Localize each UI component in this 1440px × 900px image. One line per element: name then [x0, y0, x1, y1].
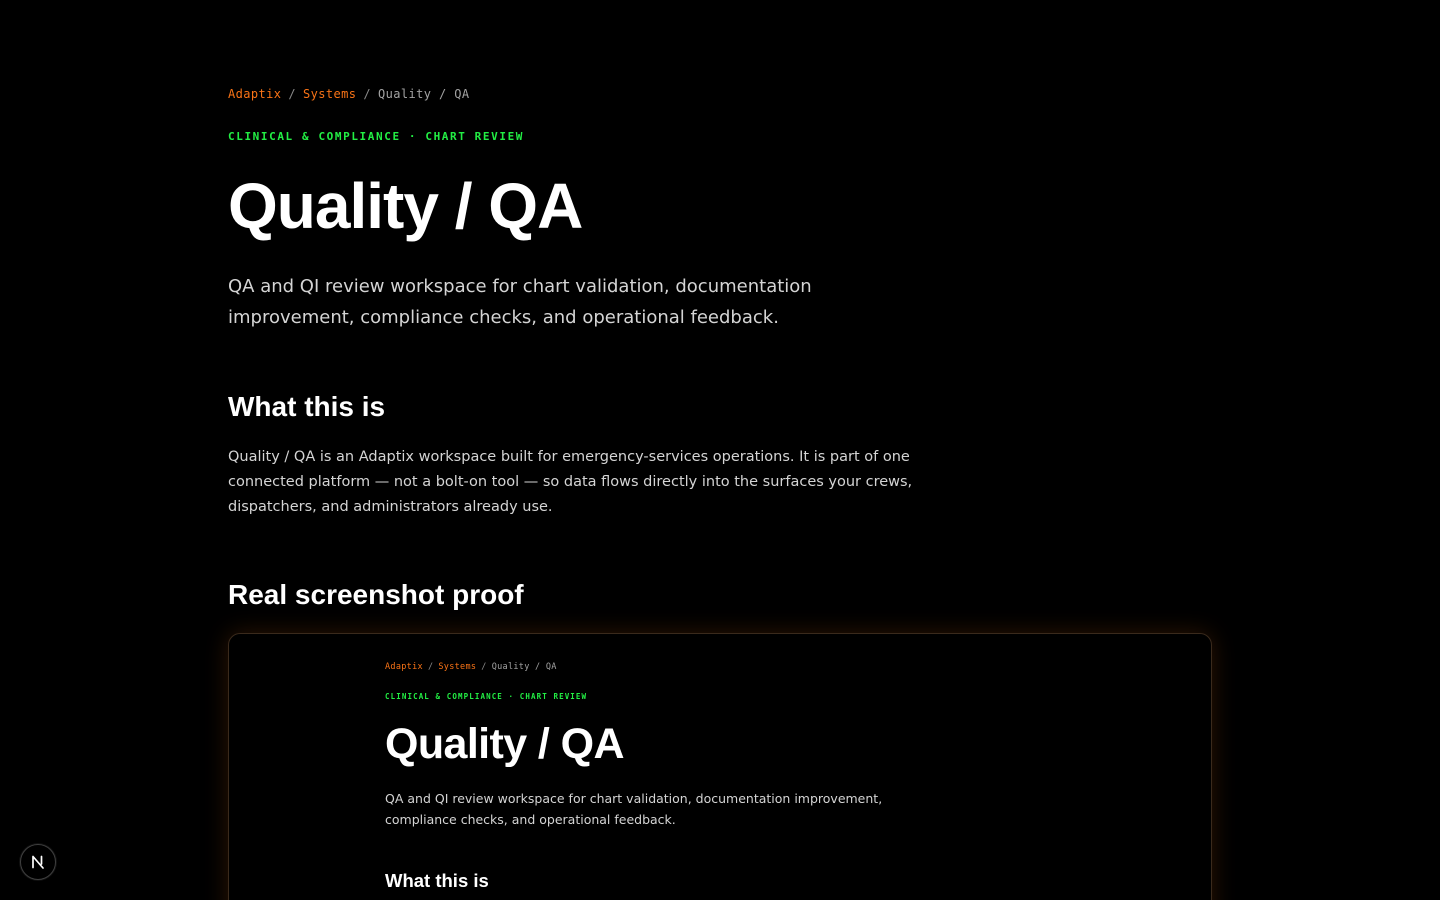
screenshot-description: QA and QI review workspace for chart val… — [385, 791, 883, 827]
screenshot-breadcrumb-current: Quality / QA — [491, 662, 557, 672]
screenshot-breadcrumb-systems: Systems — [438, 662, 477, 672]
screenshot-page-title: Quality / QA — [385, 720, 625, 768]
breadcrumb-current: Quality / QA — [378, 87, 470, 101]
nextjs-icon[interactable] — [20, 844, 56, 880]
screenshot-breadcrumb-separator: / — [427, 662, 434, 672]
section-heading-screenshot-proof: Real screenshot proof — [228, 579, 524, 610]
breadcrumb-link-adaptix[interactable]: Adaptix — [228, 87, 281, 101]
section-heading-what-this-is: What this is — [228, 391, 386, 422]
screenshot-eyebrow: CLINICAL & COMPLIANCE · CHART REVIEW — [385, 692, 588, 701]
nextjs-logo-glyph — [32, 855, 44, 869]
breadcrumb-separator: / — [288, 87, 296, 101]
screenshot-section-heading: What this is — [385, 870, 489, 891]
breadcrumb-separator: / — [363, 87, 371, 101]
section-body-what-this-is: Quality / QA is an Adaptix workspace bui… — [228, 449, 913, 515]
screenshot-proof-image: Adaptix / Systems / Quality / QA CLINICAL & … — [228, 633, 1212, 900]
breadcrumb: Adaptix / Systems / Quality / QA — [228, 87, 470, 101]
page-title: Quality / QA — [228, 170, 583, 242]
screenshot-breadcrumb: Adaptix / Systems / Quality / QA — [385, 662, 557, 672]
screenshot-breadcrumb-separator: / — [481, 662, 487, 672]
page-description: QA and QI review workspace for chart val… — [228, 276, 812, 328]
category-eyebrow: CLINICAL & COMPLIANCE · CHART REVIEW — [228, 130, 525, 143]
page: Adaptix / Systems / Quality / QA CLINICAL & … — [0, 0, 1440, 900]
screenshot-breadcrumb-adaptix: Adaptix — [385, 662, 423, 672]
breadcrumb-link-systems[interactable]: Systems — [303, 87, 356, 101]
